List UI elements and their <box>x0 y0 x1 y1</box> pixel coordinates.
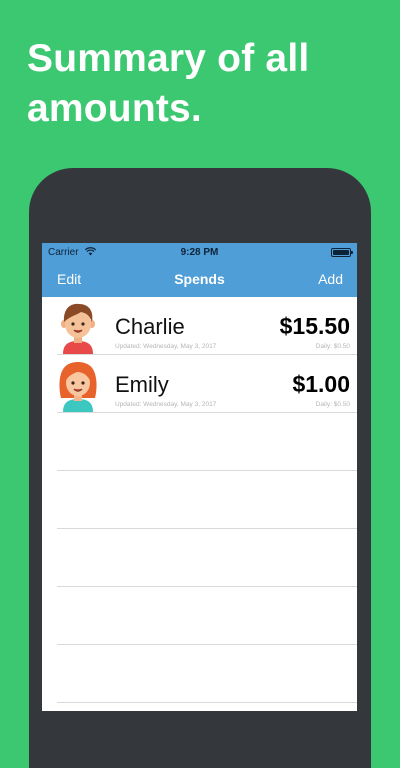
empty-row <box>57 471 357 529</box>
empty-row <box>57 645 357 703</box>
empty-row <box>57 587 357 645</box>
person-name: Charlie <box>115 314 185 339</box>
navigation-bar: Edit Spends Add <box>42 261 357 297</box>
list-item-charlie[interactable]: Charlie $15.50 Updated: Wednesday, May 3… <box>42 297 357 355</box>
page-title: Spends <box>174 271 225 287</box>
person-amount: $15.50 <box>279 313 350 339</box>
status-time: 9:28 PM <box>180 247 219 258</box>
phone-screen: Carrier 9:28 PM Edit Spends Add Charlie … <box>42 243 357 711</box>
girl-avatar-icon <box>55 358 101 412</box>
spends-list: Charlie $15.50 Updated: Wednesday, May 3… <box>42 297 357 703</box>
empty-row <box>57 529 357 587</box>
empty-row <box>57 413 357 471</box>
battery-icon <box>331 248 353 257</box>
headline-line-2: amounts. <box>27 87 202 130</box>
list-item-emily[interactable]: Emily $1.00 Updated: Wednesday, May 3, 2… <box>42 355 357 413</box>
person-amount: $1.00 <box>292 371 350 397</box>
status-bar: Carrier 9:28 PM <box>42 243 357 261</box>
person-updated-date: Updated: Wednesday, May 3, 2017 <box>115 343 217 350</box>
add-button[interactable]: Add <box>318 271 343 287</box>
headline: Summary of all amounts. <box>27 34 387 134</box>
person-name: Emily <box>115 372 169 397</box>
headline-line-1: Summary of all <box>27 37 310 80</box>
person-updated-date: Updated: Wednesday, May 3, 2017 <box>115 401 217 408</box>
person-daily-amount: Daily: $0.50 <box>315 401 350 408</box>
person-daily-amount: Daily: $0.50 <box>315 343 350 350</box>
boy-avatar-icon <box>55 300 101 354</box>
